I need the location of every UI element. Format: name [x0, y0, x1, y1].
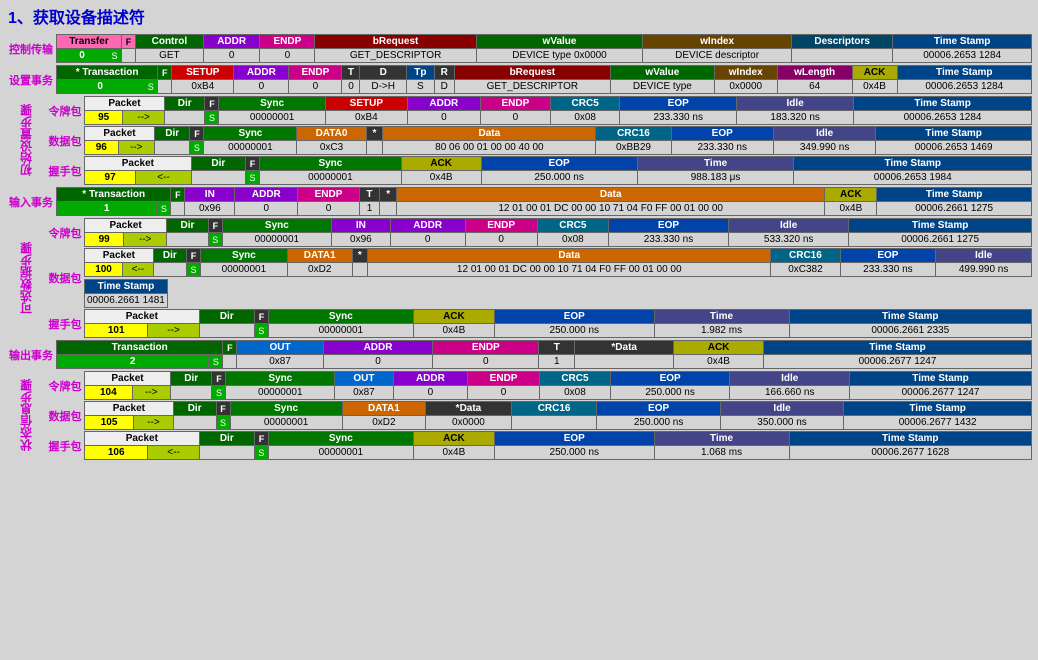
data-pkg-2-label: 数据包	[46, 248, 84, 308]
token-pkg-3: 令牌包 Packet Dir F Sync OUT ADDR ENDP CRC5	[46, 371, 1032, 400]
control-transfer-table: Transfer F Control ADDR ENDP bRequest wV…	[56, 34, 1032, 63]
handshake-pkg-3: 握手包 Packet Dir F Sync ACK EOP Time Time …	[46, 431, 1032, 460]
initial-setup-section: 初始设置步骤 令牌包 Packet Dir F Sync SETUP ADDR …	[6, 96, 1032, 185]
handshake-pkg-3-label: 握手包	[46, 431, 84, 460]
control-transfer-label: 控制传输	[6, 34, 56, 63]
token-pkg-1-label: 令牌包	[46, 96, 84, 125]
handshake-pkg-2: 握手包 Packet Dir F Sync ACK EOP Time Time …	[46, 309, 1032, 338]
setup-transaction-label: 设置事务	[6, 65, 56, 94]
selectable-data-label: 可选数据步骤	[6, 218, 46, 338]
data-pkg-3-label: 数据包	[46, 401, 84, 430]
initial-setup-label: 初始设置步骤	[6, 96, 46, 185]
token-pkg-2-label: 令牌包	[46, 218, 84, 247]
output-transaction-label: 输出事务	[6, 340, 56, 369]
data-pkg-1-label: 数据包	[46, 126, 84, 155]
data-pkg-3: 数据包 Packet Dir F Sync DATA1 *Data CRC16 …	[46, 401, 1032, 430]
data-pkg-2: 数据包 Packet Dir F Sync DATA1 * Data CRC16	[46, 248, 1032, 308]
handshake-pkg-2-label: 握手包	[46, 309, 84, 338]
token-pkg-1: 令牌包 Packet Dir F Sync SETUP ADDR ENDP CR…	[46, 96, 1032, 125]
handshake-pkg-1-label: 握手包	[46, 156, 84, 185]
data-pkg-1: 数据包 Packet Dir F Sync DATA0 * Data CRC16	[46, 126, 1032, 155]
input-transaction-label: 输入事务	[6, 187, 56, 216]
status-info-label: 状态信息步骤	[6, 371, 46, 460]
page-title: 1、获取设备描述符	[0, 0, 1038, 32]
status-info-section: 状态信息步骤 令牌包 Packet Dir F Sync OUT ADDR EN…	[6, 371, 1032, 460]
selectable-data-section: 可选数据步骤 令牌包 Packet Dir F Sync IN ADDR END…	[6, 218, 1032, 338]
token-pkg-2: 令牌包 Packet Dir F Sync IN ADDR ENDP CRC5 …	[46, 218, 1032, 247]
input-transaction-section: 输入事务 * Transaction F IN ADDR ENDP T * Da…	[6, 187, 1032, 216]
setup-transaction-section: 设置事务 * Transaction F SETUP ADDR ENDP T D…	[6, 65, 1032, 94]
setup-transaction-table: * Transaction F SETUP ADDR ENDP T D Tp R…	[56, 65, 1032, 94]
handshake-pkg-1: 握手包 Packet Dir F Sync ACK EOP Time Time …	[46, 156, 1032, 185]
control-transfer-section: 控制传输 Transfer F Control ADDR ENDP bReque…	[6, 34, 1032, 63]
token-pkg-3-label: 令牌包	[46, 371, 84, 400]
output-transaction-section: 输出事务 Transaction F OUT ADDR ENDP T *Data…	[6, 340, 1032, 369]
